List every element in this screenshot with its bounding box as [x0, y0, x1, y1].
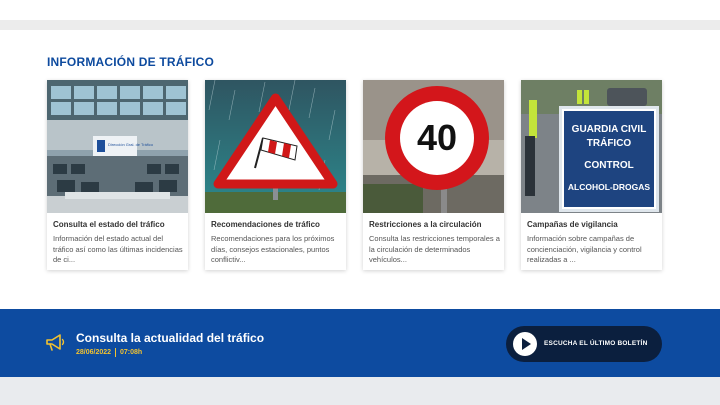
guardia-sign-line4: ALCOHOL-DROGAS: [568, 182, 650, 192]
control-room-sign-text: Dirección Gral. de Tráfico: [108, 142, 154, 147]
guardia-sign-line3: CONTROL: [584, 160, 633, 171]
speed-limit-image: 40: [363, 80, 504, 213]
play-icon: [513, 332, 537, 356]
card-recommendations[interactable]: Recomendaciones de tráfico Recomendacion…: [205, 80, 346, 270]
traffic-news-banner: Consulta la actualidad del tráfico 28/06…: [0, 309, 720, 377]
listen-bulletin-button[interactable]: ESCUCHA EL ÚLTIMO BOLETÍN: [506, 326, 662, 362]
card-description: Recomendaciones para los próximos días, …: [211, 234, 335, 264]
card-restrictions[interactable]: 40 Restricciones a la circulación Consul…: [363, 80, 504, 270]
banner-title: Consulta la actualidad del tráfico: [76, 331, 265, 345]
guardia-sign-line2: TRÁFICO: [587, 136, 632, 149]
card-description: Información sobre campañas de conciencia…: [527, 234, 642, 264]
control-room-image: Dirección Gral. de Tráfico: [47, 80, 188, 213]
listen-bulletin-label: ESCUCHA EL ÚLTIMO BOLETÍN: [544, 340, 648, 347]
card-title: Consulta el estado del tráfico: [53, 220, 165, 229]
wind-warning-image: [205, 80, 346, 213]
checkpoint-image: GUARDIA CIVIL TRÁFICO CONTROL ALCOHOL-DR…: [521, 80, 662, 213]
card-description: Información del estado actual del tráfic…: [53, 234, 183, 264]
card-traffic-status[interactable]: Dirección Gral. de Tráfico Consulta el e…: [47, 80, 188, 270]
top-strip: [0, 20, 720, 30]
banner-time: 07:08h: [120, 349, 143, 356]
card-title: Campañas de vigilancia: [527, 220, 618, 229]
card-title: Restricciones a la circulación: [369, 220, 482, 229]
card-description: Consulta las restricciones temporales a …: [369, 234, 500, 264]
banner-date: 28/06/2022: [76, 349, 112, 356]
guardia-sign-line1: GUARDIA CIVIL: [572, 124, 647, 135]
megaphone-icon: [46, 334, 65, 351]
speed-limit-value: 40: [417, 117, 457, 158]
card-campaigns[interactable]: GUARDIA CIVIL TRÁFICO CONTROL ALCOHOL-DR…: [521, 80, 662, 270]
bottom-strip: [0, 377, 720, 405]
section-title: INFORMACIÓN DE TRÁFICO: [47, 55, 215, 69]
card-title: Recomendaciones de tráfico: [211, 220, 320, 229]
date-time-separator: [115, 348, 116, 357]
